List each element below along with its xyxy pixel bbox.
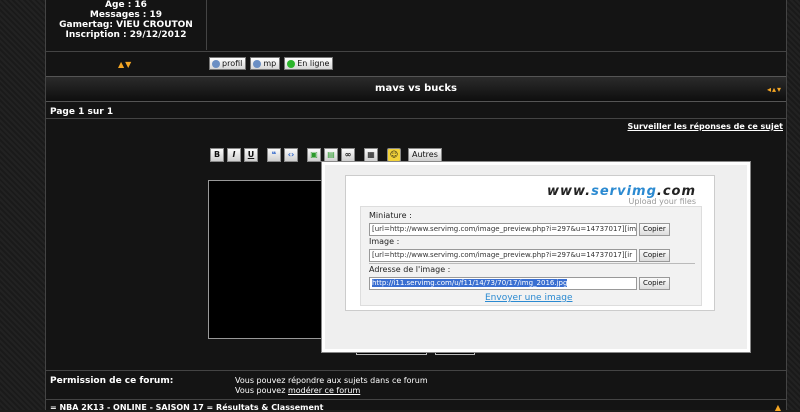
topic-nav-arrows-icon[interactable]: ◂▴▾ [767, 85, 782, 94]
permissions-text: Vous pouvez répondre aux sujets dans ce … [235, 376, 428, 396]
editor-toolbar: B I U ❝ ‹› ▣ ▤ ∞ ▦ ☺ Autres [210, 148, 442, 162]
underline-button[interactable]: U [244, 148, 258, 162]
link-icon[interactable]: ∞ [341, 148, 355, 162]
image-field[interactable]: [url=http://www.servimg.com/image_previe… [369, 249, 637, 262]
user-inscription: Inscription : 29/12/2012 [65, 30, 187, 40]
online-dot-icon [287, 59, 296, 68]
code-icon[interactable]: ‹› [284, 148, 298, 162]
bold-button[interactable]: B [210, 148, 224, 162]
image-label: Image : [369, 237, 400, 246]
topic-title-bar: mavs vs bucks ◂▴▾ [46, 76, 786, 102]
separator [46, 51, 786, 52]
send-image-link[interactable]: Envoyer une image [485, 293, 573, 303]
user-messages: Messages : 19 [89, 10, 163, 20]
servimg-upload-popup: www.servimg.com Upload your files Miniat… [322, 162, 750, 352]
user-age: Age : 16 [105, 0, 147, 10]
permission-line-moderate: Vous pouvez modérer ce forum [235, 386, 361, 395]
user-icon [212, 59, 220, 68]
separator [46, 399, 786, 400]
image-icon[interactable]: ▣ [307, 148, 321, 162]
divider [369, 263, 695, 264]
topic-title: mavs vs bucks [375, 83, 457, 94]
user-info-panel: Age : 16 Messages : 19 Gamertag: VIEU CR… [46, 0, 207, 50]
online-status-button[interactable]: En ligne [284, 57, 334, 70]
profile-button[interactable]: profil [209, 57, 247, 70]
link-fields: Miniature : [url=http://www.servimg.com/… [360, 206, 702, 306]
smiley-icon[interactable]: ☺ [387, 148, 401, 162]
moderate-forum-link[interactable]: modérer ce forum [288, 386, 360, 395]
address-field[interactable]: http://i11.servimg.com/u/f11/14/73/70/17… [369, 277, 637, 290]
miniature-field[interactable]: [url=http://www.servimg.com/image_previe… [369, 223, 637, 236]
servimg-panel: www.servimg.com Upload your files Miniat… [345, 175, 715, 311]
copy-address-button[interactable]: Copier [639, 277, 670, 290]
upload-image-icon[interactable]: ▤ [324, 148, 338, 162]
up-down-arrows-icon[interactable]: ▲▼ [118, 60, 132, 69]
users-icon [253, 59, 262, 68]
italic-button[interactable]: I [227, 148, 241, 162]
separator [46, 370, 786, 371]
scroll-up-icon[interactable]: ▲ [775, 403, 782, 412]
forum-nav-link[interactable]: = NBA 2K13 - ONLINE - SAISON 17 = Résult… [50, 403, 323, 412]
copy-miniature-button[interactable]: Copier [639, 223, 670, 236]
servimg-logo: www.servimg.com Upload your files [546, 184, 696, 206]
table-icon[interactable]: ▦ [364, 148, 378, 162]
quote-icon[interactable]: ❝ [267, 148, 281, 162]
miniature-label: Miniature : [369, 211, 412, 220]
permission-line-reply: Vous pouvez répondre aux sujets dans ce … [235, 376, 428, 385]
permissions-label: Permission de ce forum: [50, 376, 174, 386]
others-button[interactable]: Autres [408, 148, 442, 162]
watch-topic-link[interactable]: Surveiller les réponses de ce sujet [627, 122, 783, 131]
user-gamertag: Gamertag: VIEU CROUTON [59, 20, 193, 30]
profile-buttons: profil mp En ligne [209, 57, 334, 70]
separator [46, 118, 786, 119]
copy-image-button[interactable]: Copier [639, 249, 670, 262]
page-info: Page 1 sur 1 [50, 107, 114, 117]
pm-button[interactable]: mp [250, 57, 281, 70]
address-label: Adresse de l'image : [369, 265, 451, 274]
